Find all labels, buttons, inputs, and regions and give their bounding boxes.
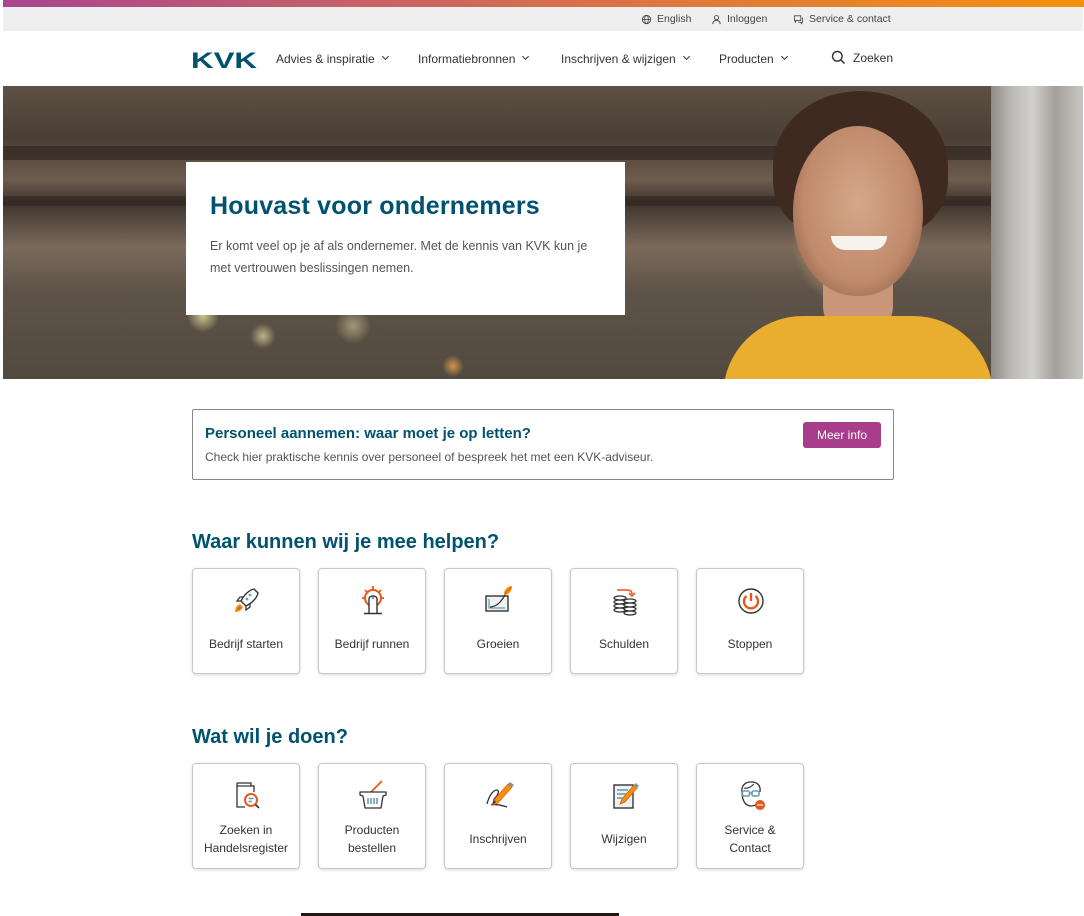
search-icon (831, 50, 846, 65)
language-label: English (657, 13, 692, 25)
tile-producten-bestellen[interactable]: Producten bestellen (318, 763, 426, 869)
tile-label-line1: Zoeken in (219, 823, 273, 837)
tile-label-line1: Producten (344, 823, 400, 837)
nav-label: Producten (719, 52, 774, 66)
hero-person-shirt (723, 316, 993, 379)
nav-label: Advies & inspiratie (276, 52, 375, 66)
main-navigation: KVK Advies & inspiratie Informatiebronne… (0, 31, 1084, 86)
utility-bar: English Inloggen Service & contact (3, 7, 1083, 31)
promo-title: Personeel aannemen: waar moet je op lett… (205, 425, 531, 442)
actions-section-title: Wat wil je doen? (192, 726, 348, 748)
ship-wheel-icon (362, 586, 384, 615)
nav-informatiebronnen[interactable]: Informatiebronnen (418, 51, 530, 67)
tile-wijzigen[interactable]: Wijzigen (570, 763, 678, 869)
promo-text: Check hier praktische kennis over person… (205, 450, 654, 464)
register-search-icon (236, 782, 260, 809)
growth-chart-icon (485, 586, 512, 612)
edit-document-icon (613, 783, 639, 809)
tile-inschrijven[interactable]: Inschrijven (444, 763, 552, 869)
tile-label: Bedrijf starten (208, 637, 284, 651)
search-label: Zoeken (853, 50, 894, 65)
tile-label-line2: bestellen (347, 841, 397, 855)
tile-groeien[interactable]: Groeien (444, 568, 552, 674)
chevron-down-icon (682, 55, 690, 60)
nav-advies-inspiratie[interactable]: Advies & inspiratie (276, 51, 390, 67)
promo-banner: Personeel aannemen: waar moet je op lett… (192, 409, 894, 480)
svg-text:KVK: KVK (191, 51, 257, 69)
hero-text: Er komt veel op je af als ondernemer. Me… (210, 239, 588, 275)
tile-label: Stoppen (727, 637, 773, 651)
user-icon (712, 14, 721, 24)
tile-schulden[interactable]: Schulden (570, 568, 678, 674)
service-contact-link[interactable]: Service & contact (793, 7, 891, 31)
globe-icon (641, 14, 652, 24)
hero-title: Houvast voor ondernemers (210, 192, 540, 220)
service-contact-label: Service & contact (809, 13, 891, 25)
chevron-down-icon (522, 55, 530, 60)
tile-label: Bedrijf runnen (334, 637, 410, 651)
tile-label: Wijzigen (601, 832, 647, 846)
tile-bedrijf-starten[interactable]: Bedrijf starten (192, 568, 300, 674)
hero-card: Houvast voor ondernemers Er komt veel op… (186, 162, 625, 315)
hero-person-face (793, 126, 923, 296)
advisor-icon (741, 781, 765, 810)
power-icon (738, 588, 764, 614)
hero-door-frame (991, 86, 1083, 379)
login-link[interactable]: Inloggen (711, 7, 767, 31)
tile-label-line2: Handelsregister (203, 841, 289, 855)
meer-info-button[interactable]: Meer info (803, 422, 881, 448)
chat-icon (793, 14, 804, 25)
nav-label: Inschrijven & wijzigen (561, 52, 676, 66)
nav-producten[interactable]: Producten (719, 51, 789, 67)
help-section-title: Waar kunnen wij je mee helpen? (192, 531, 500, 553)
tile-bedrijf-runnen[interactable]: Bedrijf runnen (318, 568, 426, 674)
tile-label: Schulden (598, 637, 650, 651)
tile-stoppen[interactable]: Stoppen (696, 568, 804, 674)
language-link[interactable]: English (641, 7, 691, 31)
sign-pen-icon (486, 782, 514, 808)
tile-label: Inschrijven (469, 832, 527, 846)
chevron-down-icon (780, 55, 788, 60)
kvk-logo[interactable]: KVK (191, 51, 258, 69)
tile-service-contact[interactable]: Service & Contact (696, 763, 804, 869)
basket-icon (359, 780, 387, 809)
search-button[interactable]: Zoeken (831, 50, 893, 65)
brand-gradient-bar (3, 0, 1084, 7)
nav-label: Informatiebronnen (418, 52, 516, 66)
tile-zoeken-handelsregister[interactable]: Zoeken in Handelsregister (192, 763, 300, 869)
chevron-down-icon (381, 55, 389, 60)
login-label: Inloggen (727, 13, 768, 25)
tile-label: Groeien (476, 637, 520, 651)
tile-label-line2: Contact (729, 841, 771, 855)
nav-inschrijven-wijzigen[interactable]: Inschrijven & wijzigen (561, 51, 691, 67)
rocket-icon (235, 588, 259, 612)
coins-icon (613, 589, 637, 616)
tile-label-line1: Service & (724, 823, 776, 837)
